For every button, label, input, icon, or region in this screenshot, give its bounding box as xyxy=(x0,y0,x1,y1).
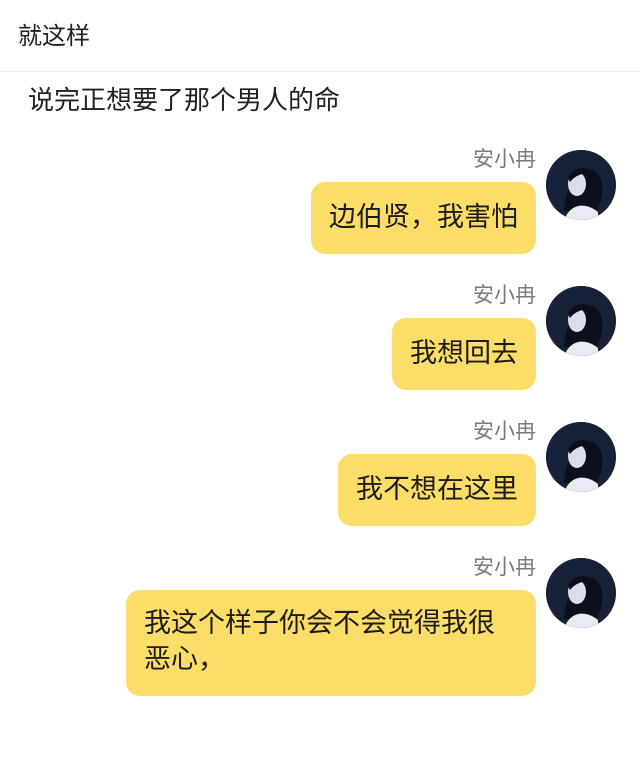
sender-name: 安小冉 xyxy=(473,555,536,579)
chat-message: 安小冉 边伯贤，我害怕 xyxy=(0,146,640,286)
narration-text: 说完正想要了那个男人的命 xyxy=(28,86,341,116)
page-title: 就这样 xyxy=(18,22,90,50)
top-bar: 就这样 xyxy=(0,0,640,72)
message-bubble[interactable]: 边伯贤，我害怕 xyxy=(311,182,536,254)
girl-profile-avatar-icon[interactable] xyxy=(546,286,616,356)
girl-profile-avatar-icon[interactable] xyxy=(546,150,616,220)
girl-profile-avatar-icon[interactable] xyxy=(546,422,616,492)
message-bubble[interactable]: 我想回去 xyxy=(392,318,536,390)
sender-name: 安小冉 xyxy=(473,283,536,307)
sender-name: 安小冉 xyxy=(473,147,536,171)
chat-message: 安小冉 我不想在这里 xyxy=(0,418,640,558)
chat-message: 安小冉 我这个样子你会不会觉得我很恶心， xyxy=(0,554,640,714)
message-bubble[interactable]: 我这个样子你会不会觉得我很恶心， xyxy=(126,590,536,696)
sender-name: 安小冉 xyxy=(473,419,536,443)
girl-profile-avatar-icon[interactable] xyxy=(546,558,616,628)
chat-message: 安小冉 我想回去 xyxy=(0,282,640,422)
message-bubble[interactable]: 我不想在这里 xyxy=(338,454,536,526)
